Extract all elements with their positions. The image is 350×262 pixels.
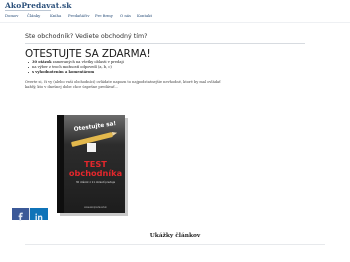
header-divider (0, 22, 350, 23)
book-spine (57, 115, 64, 213)
bullet-text: zameraných na všetky oblasti v predaji (51, 60, 124, 64)
bullet-bold-text: 30 otázok (32, 60, 52, 64)
bullet-bold-text: s vyhodnotením a komentárom (32, 70, 95, 74)
question-divider (25, 43, 305, 44)
logo-underline (5, 10, 51, 11)
nav-item-predavaciv[interactable]: Predaňáčiv (68, 13, 90, 18)
intro-paragraph: Overte si, či vy (alebo vaši obchodníci)… (25, 80, 225, 90)
linkedin-glyph (35, 213, 43, 220)
book-subject: obchodníka (68, 168, 123, 178)
test-headline: OTESTUJTE SA ZDARMA! (25, 48, 151, 60)
feature-list: 30 otázok zameraných na všetky oblasti v… (27, 60, 227, 75)
facebook-glyph (18, 212, 23, 221)
site-header: AkoPredavat.sk Domov Články Kniha Predaň… (0, 0, 350, 22)
nav-item-pre-firmy[interactable]: Pre firmy (95, 13, 113, 18)
question-heading: Ste obchodník? Vediete obchodný tím? (25, 33, 148, 40)
paragraph-line: každý, kto v dnešnej dobe chce úspešne p… (25, 85, 119, 89)
test-book-cover[interactable]: Otestujte sa! TEST obchodníka 30 otázok … (57, 115, 129, 217)
list-item: s vyhodnotením a komentárom (27, 70, 227, 75)
checkbox-icon (87, 143, 96, 152)
nav-item-kontakt[interactable]: Kontakt (137, 13, 152, 18)
bullet-text: na výber z troch možností odpovedí (a, b… (32, 65, 112, 69)
examples-divider (25, 244, 325, 245)
book-bottom-line: www.akopredavat.sk (84, 206, 107, 209)
linkedin-icon[interactable] (30, 208, 48, 220)
social-share (12, 208, 48, 221)
nav-item-domov[interactable]: Domov (5, 13, 18, 18)
facebook-icon[interactable] (12, 208, 30, 221)
book-small-line: 30 otázok z 11 oblastí predaja (75, 181, 116, 184)
nav-item-kniha[interactable]: Kniha (50, 13, 61, 18)
examples-heading: Ukážky článkov (149, 233, 201, 239)
site-logo[interactable]: AkoPredavat.sk (5, 1, 72, 10)
nav-item-clanky[interactable]: Články (27, 13, 40, 18)
nav-item-o-nas[interactable]: O nás (120, 13, 131, 18)
